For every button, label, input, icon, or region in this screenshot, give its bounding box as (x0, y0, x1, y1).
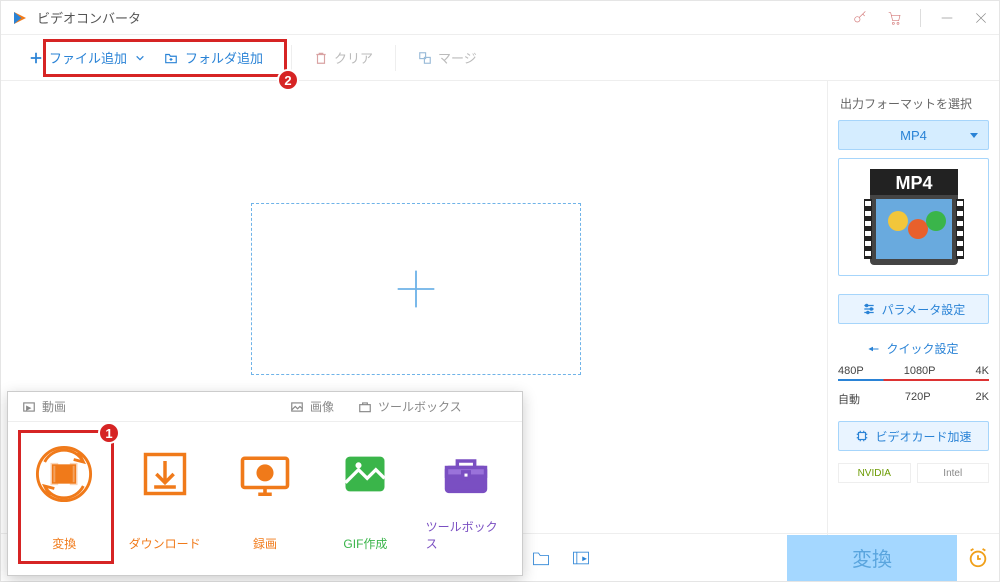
tab-video-label: 動画 (42, 398, 66, 415)
svg-text:MP4: MP4 (895, 173, 932, 193)
category-popover: 動画 画像 ツールボックス 1 変換 (7, 391, 523, 576)
app-logo-icon (11, 9, 29, 27)
add-file-label: ファイル追加 (49, 48, 127, 67)
cart-icon[interactable] (886, 10, 902, 26)
toolbox-large-icon (440, 448, 492, 500)
film-icon (22, 400, 36, 414)
record-icon (238, 447, 292, 501)
toolbar: 2 ファイル追加 フォルダ追加 クリア マージ (1, 35, 999, 81)
q-auto[interactable]: 自動 (838, 391, 860, 407)
param-settings-label: パラメータ設定 (882, 301, 966, 318)
param-settings-button[interactable]: パラメータ設定 (838, 294, 989, 324)
quick-row-1: 480P 1080P 4K (838, 365, 989, 377)
vendor-nvidia: NVIDIA (838, 463, 911, 483)
format-title: 出力フォーマットを選択 (840, 95, 989, 112)
quick-row-2: 自動 720P 2K (838, 391, 989, 407)
gif-make-icon (339, 448, 391, 500)
category-download-label: ダウンロード (129, 535, 201, 552)
plus-icon (29, 51, 43, 65)
category-gif[interactable]: GIF作成 (321, 436, 409, 558)
category-record-label: 録画 (253, 535, 277, 552)
key-icon[interactable] (852, 10, 868, 26)
folder-plus-icon (163, 51, 179, 65)
category-convert[interactable]: 1 変換 (20, 436, 108, 558)
clear-label: クリア (334, 48, 373, 67)
alarm-clock-icon (967, 547, 989, 569)
category-record[interactable]: 録画 (221, 436, 309, 558)
annotation-badge-1: 1 (98, 422, 120, 444)
q-2k[interactable]: 2K (976, 391, 989, 407)
add-folder-label: フォルダ追加 (185, 48, 263, 67)
category-toolbox[interactable]: ツールボックス (422, 436, 510, 558)
drop-zone[interactable] (251, 203, 581, 375)
mp4-preview-icon: MP4 (854, 163, 974, 271)
quick-bar (838, 379, 989, 381)
chip-icon (855, 429, 869, 443)
minimize-button[interactable] (939, 10, 955, 26)
popover-tabs: 動画 画像 ツールボックス (8, 392, 522, 422)
popover-tab-video[interactable]: 動画 (22, 398, 66, 415)
q-1080p[interactable]: 1080P (904, 365, 936, 377)
app-title: ビデオコンバータ (37, 8, 852, 27)
format-select[interactable]: MP4 (838, 120, 989, 150)
plus-large-icon (394, 267, 438, 311)
quick-settings-label: クイック設定 (886, 340, 958, 357)
category-convert-label: 変換 (52, 535, 76, 552)
download-icon (139, 448, 191, 500)
q-4k[interactable]: 4K (976, 365, 989, 377)
add-file-group: ファイル追加 フォルダ追加 (15, 41, 277, 75)
merge-label: マージ (438, 48, 477, 67)
title-bar: ビデオコンバータ (1, 1, 999, 35)
tab-tools-label: ツールボックス (378, 398, 462, 415)
sidebar: 出力フォーマットを選択 MP4 MP4 パラメータ設定 クイック設 (827, 81, 999, 535)
gpu-accel-button[interactable]: ビデオカード加速 (838, 421, 989, 451)
open-folder-button[interactable] (531, 548, 551, 568)
popover-items: 1 変換 ダウンロード 録画 (8, 422, 522, 572)
tab-image-label: 画像 (310, 398, 334, 415)
toolbox-icon (358, 400, 372, 414)
clear-button[interactable]: クリア (306, 41, 381, 75)
add-file-button[interactable]: ファイル追加 (21, 41, 135, 75)
category-gif-label: GIF作成 (343, 535, 387, 552)
quick-icon (868, 343, 880, 355)
merge-icon (418, 51, 432, 65)
trash-icon (314, 51, 328, 65)
format-selected-label: MP4 (900, 128, 927, 143)
popover-tab-image[interactable]: 画像 (290, 398, 334, 415)
q-480p[interactable]: 480P (838, 365, 864, 377)
merge-button[interactable]: マージ (410, 41, 485, 75)
image-icon (290, 400, 304, 414)
convert-button[interactable]: 変換 (787, 535, 957, 581)
gpu-accel-label: ビデオカード加速 (875, 428, 971, 445)
convert-icon (35, 445, 93, 503)
output-list-button[interactable] (571, 548, 591, 568)
close-button[interactable] (973, 10, 989, 26)
format-preview[interactable]: MP4 (838, 158, 989, 276)
add-file-dropdown-icon[interactable] (135, 53, 145, 63)
scheduler-button[interactable] (957, 547, 999, 569)
quick-settings-title: クイック設定 (838, 340, 989, 357)
add-folder-button[interactable]: フォルダ追加 (155, 41, 271, 75)
vendor-intel: Intel (917, 463, 990, 483)
sliders-icon (862, 302, 876, 316)
q-720p[interactable]: 720P (905, 391, 931, 407)
popover-tab-tools[interactable]: ツールボックス (358, 398, 462, 415)
convert-label: 変換 (852, 543, 892, 572)
gpu-vendors: NVIDIA Intel (838, 463, 989, 483)
category-toolbox-label: ツールボックス (426, 518, 506, 552)
category-download[interactable]: ダウンロード (120, 436, 208, 558)
